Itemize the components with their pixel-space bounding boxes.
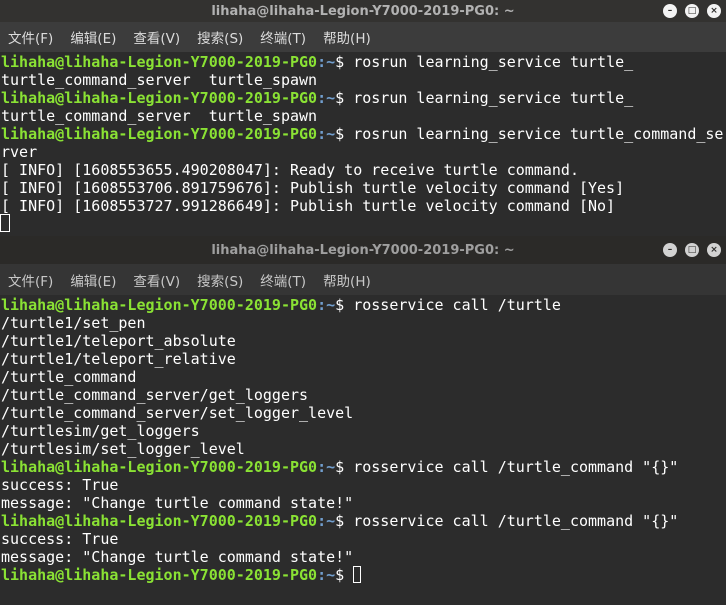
title-bar[interactable]: lihaha@lihaha-Legion-Y7000-2019-PG0: ~ –…: [0, 236, 726, 264]
terminal-line: success: True: [0, 476, 726, 494]
terminal-cursor: [353, 566, 362, 583]
terminal-line: message: "Change turtle command state!": [0, 548, 726, 566]
terminal-line: turtle_command_server turtle_spawn: [0, 107, 726, 125]
terminal-output[interactable]: lihaha@lihaha-Legion-Y7000-2019-PG0:~$ r…: [0, 52, 726, 236]
prompt-user: lihaha@lihaha-Legion-Y7000-2019-PG0: [1, 566, 318, 584]
line-text: /turtle1/teleport_relative: [1, 350, 236, 368]
prompt-user: lihaha@lihaha-Legion-Y7000-2019-PG0: [1, 125, 318, 143]
line-text: /turtlesim/get_loggers: [1, 422, 200, 440]
terminal-window-1[interactable]: lihaha@lihaha-Legion-Y7000-2019-PG0: ~ –…: [0, 0, 726, 236]
line-text: success: True: [1, 530, 119, 548]
terminal-line: /turtle1/teleport_relative: [0, 350, 726, 368]
terminal-line: [ INFO] [1608553706.891759676]: Publish …: [0, 179, 726, 197]
line-text: /turtle_command_server/get_loggers: [1, 386, 309, 404]
terminal-line: /turtlesim/get_loggers: [0, 422, 726, 440]
menu-edit[interactable]: 编辑(E): [70, 27, 116, 47]
terminal-line: lihaha@lihaha-Legion-Y7000-2019-PG0:~$ r…: [0, 458, 726, 476]
line-text: [ INFO] [1608553727.991286649]: Publish …: [1, 197, 616, 215]
menu-file[interactable]: 文件(F): [8, 270, 53, 290]
line-text: $: [335, 566, 354, 584]
terminal-line: lihaha@lihaha-Legion-Y7000-2019-PG0:~$: [0, 566, 726, 584]
line-text: turtle_command_server turtle_spawn: [1, 107, 318, 125]
terminal-line: /turtle_command_server/set_logger_level: [0, 404, 726, 422]
terminal-line: turtle_command_server turtle_spawn: [0, 71, 726, 89]
line-text: rver: [1, 143, 38, 161]
terminal-line: message: "Change turtle command state!": [0, 494, 726, 512]
line-text: $ rosrun learning_service turtle_command…: [335, 125, 724, 143]
line-text: $ rosrun learning_service turtle_: [335, 53, 634, 71]
line-text: /turtle_command_server/set_logger_level: [1, 404, 354, 422]
terminal-line: lihaha@lihaha-Legion-Y7000-2019-PG0:~$ r…: [0, 296, 726, 314]
line-text: /turtle_command: [1, 368, 137, 386]
line-text: $ rosservice call /turtle_command "{}": [335, 458, 679, 476]
close-icon[interactable]: ×: [707, 4, 721, 18]
window-title: lihaha@lihaha-Legion-Y7000-2019-PG0: ~: [211, 242, 515, 258]
terminal-line: success: True: [0, 530, 726, 548]
line-text: [ INFO] [1608553706.891759676]: Publish …: [1, 179, 625, 197]
line-text: /turtle1/set_pen: [1, 314, 146, 332]
terminal-line: /turtle1/set_pen: [0, 314, 726, 332]
terminal-window-2[interactable]: lihaha@lihaha-Legion-Y7000-2019-PG0: ~ –…: [0, 236, 726, 605]
menu-file[interactable]: 文件(F): [8, 27, 53, 47]
line-text: [ INFO] [1608553655.490208047]: Ready to…: [1, 161, 579, 179]
menu-terminal[interactable]: 终端(T): [260, 270, 306, 290]
prompt-user: lihaha@lihaha-Legion-Y7000-2019-PG0: [1, 296, 318, 314]
terminal-line: /turtle_command_server/get_loggers: [0, 386, 726, 404]
prompt-user: lihaha@lihaha-Legion-Y7000-2019-PG0: [1, 512, 318, 530]
title-bar[interactable]: lihaha@lihaha-Legion-Y7000-2019-PG0: ~ –…: [0, 0, 726, 22]
prompt-path: :~: [317, 53, 336, 71]
line-text: success: True: [1, 476, 119, 494]
terminal-line: lihaha@lihaha-Legion-Y7000-2019-PG0:~$ r…: [0, 512, 726, 530]
terminal-line: /turtlesim/set_logger_level: [0, 440, 726, 458]
line-text: /turtlesim/set_logger_level: [1, 440, 245, 458]
prompt-user: lihaha@lihaha-Legion-Y7000-2019-PG0: [1, 53, 318, 71]
terminal-cursor: [0, 214, 10, 232]
window-title: lihaha@lihaha-Legion-Y7000-2019-PG0: ~: [211, 3, 515, 19]
menu-view[interactable]: 查看(V): [133, 270, 180, 290]
menu-bar: 文件(F) 编辑(E) 查看(V) 搜索(S) 终端(T) 帮助(H): [0, 264, 726, 295]
terminal-line: /turtle_command: [0, 368, 726, 386]
terminal-line: rver: [0, 143, 726, 161]
prompt-path: :~: [317, 458, 336, 476]
maximize-icon[interactable]: □: [685, 4, 699, 18]
line-text: message: "Change turtle command state!": [1, 548, 354, 566]
menu-terminal[interactable]: 终端(T): [260, 27, 306, 47]
prompt-path: :~: [317, 89, 336, 107]
terminal-line: lihaha@lihaha-Legion-Y7000-2019-PG0:~$ r…: [0, 125, 726, 143]
prompt-path: :~: [317, 512, 336, 530]
menu-view[interactable]: 查看(V): [133, 27, 180, 47]
prompt-path: :~: [317, 296, 336, 314]
terminal-output[interactable]: lihaha@lihaha-Legion-Y7000-2019-PG0:~$ r…: [0, 295, 726, 605]
line-text: $ rosrun learning_service turtle_: [335, 89, 634, 107]
line-text: /turtle1/teleport_absolute: [1, 332, 236, 350]
minimize-icon[interactable]: –: [663, 243, 677, 257]
minimize-icon[interactable]: –: [663, 4, 677, 18]
line-text: message: "Change turtle command state!": [1, 494, 354, 512]
menu-bar: 文件(F) 编辑(E) 查看(V) 搜索(S) 终端(T) 帮助(H): [0, 22, 726, 52]
line-text: $ rosservice call /turtle: [335, 296, 561, 314]
line-text: turtle_command_server turtle_spawn: [1, 71, 318, 89]
prompt-user: lihaha@lihaha-Legion-Y7000-2019-PG0: [1, 458, 318, 476]
menu-help[interactable]: 帮助(H): [323, 27, 371, 47]
close-icon[interactable]: ×: [707, 243, 721, 257]
menu-edit[interactable]: 编辑(E): [70, 270, 116, 290]
prompt-path: :~: [317, 125, 336, 143]
terminal-line: [ INFO] [1608553655.490208047]: Ready to…: [0, 161, 726, 179]
line-text: $ rosservice call /turtle_command "{}": [335, 512, 679, 530]
prompt-user: lihaha@lihaha-Legion-Y7000-2019-PG0: [1, 89, 318, 107]
terminal-line: lihaha@lihaha-Legion-Y7000-2019-PG0:~$ r…: [0, 89, 726, 107]
terminal-line: [ INFO] [1608553727.991286649]: Publish …: [0, 197, 726, 215]
maximize-icon[interactable]: □: [685, 243, 699, 257]
menu-search[interactable]: 搜索(S): [197, 27, 243, 47]
prompt-path: :~: [317, 566, 336, 584]
terminal-line: lihaha@lihaha-Legion-Y7000-2019-PG0:~$ r…: [0, 53, 726, 71]
menu-help[interactable]: 帮助(H): [323, 270, 371, 290]
terminal-line: /turtle1/teleport_absolute: [0, 332, 726, 350]
menu-search[interactable]: 搜索(S): [197, 270, 243, 290]
